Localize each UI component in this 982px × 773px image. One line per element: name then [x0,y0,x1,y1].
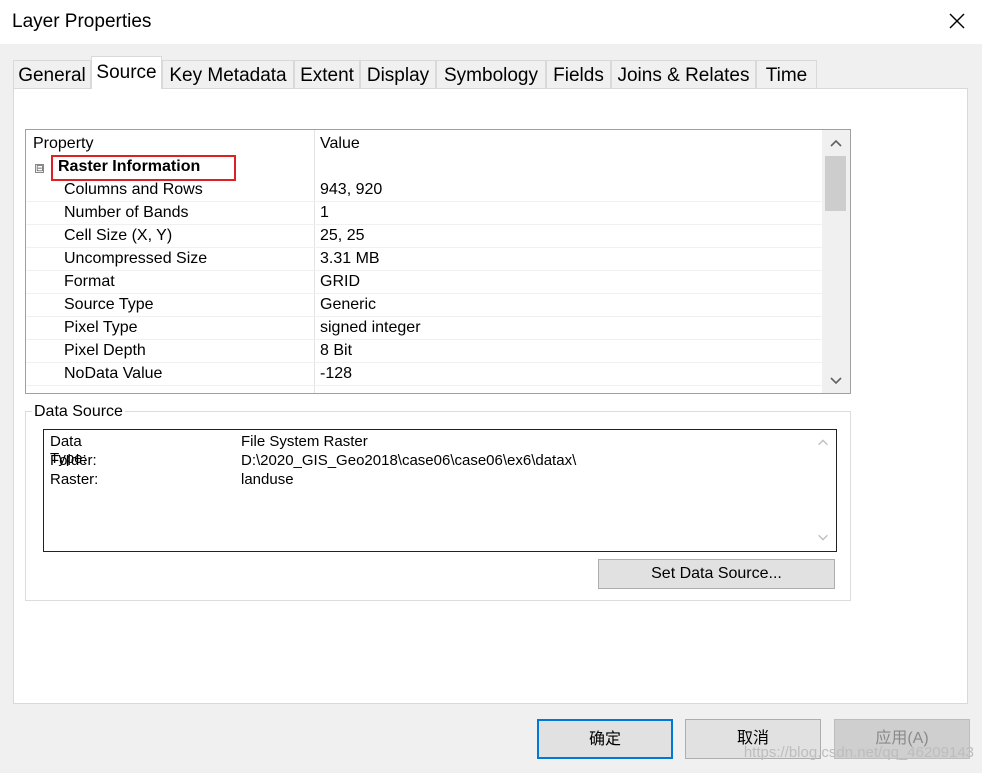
tab-joins-relates[interactable]: Joins & Relates [611,60,756,89]
row-value: 1 [320,204,329,221]
header-value: Value [320,135,360,152]
ds-key: Raster: [50,471,99,488]
tab-symbology[interactable]: Symbology [436,60,546,89]
table-row[interactable]: Number of Bands 1 [26,202,822,225]
close-icon[interactable] [942,6,972,36]
layer-properties-dialog: Layer Properties General Source Key Meta… [0,0,982,773]
table-row[interactable]: Pixel Type signed integer [26,317,822,340]
data-source-textbox[interactable]: Data Type: File System Raster Folder: D:… [43,429,837,552]
tab-extent[interactable]: Extent [294,60,360,89]
header-property: Property [33,135,94,152]
row-value: signed integer [320,319,421,336]
ds-value: D:\2020_GIS_Geo2018\case06\case06\ex6\da… [241,452,577,469]
tab-time[interactable]: Time [756,60,817,89]
collapse-icon[interactable]: ⊟ [35,164,44,173]
dialog-title: Layer Properties [12,11,152,32]
title-bar: Layer Properties [0,0,982,44]
scroll-up-icon[interactable] [828,136,844,152]
table-row[interactable]: Source Type Generic [26,294,822,317]
table-row[interactable]: Columns and Rows 943, 920 [26,179,822,202]
scroll-thumb[interactable] [825,156,846,211]
red-highlight-box [51,155,236,181]
ok-button[interactable]: 确定 [537,719,673,759]
group-raster-information[interactable]: ⊟ Raster Information [26,155,822,181]
row-value: -128 [320,365,353,382]
tab-source[interactable]: Source [91,56,162,89]
tab-display[interactable]: Display [360,60,436,89]
ds-scrollbar[interactable] [810,430,836,551]
row-property: Columns and Rows [64,181,203,198]
row-value: Generic [320,296,377,313]
row-property: Number of Bands [64,204,189,221]
scroll-down-icon[interactable] [816,530,830,544]
row-property: NoData Value [64,365,163,382]
row-property: Uncompressed Size [64,250,208,267]
table-row[interactable]: NoData Value -128 [26,363,822,386]
scroll-down-icon[interactable] [828,372,844,388]
row-value: 8 Bit [320,342,353,359]
row-property: Pixel Depth [64,342,146,359]
row-property: Source Type [64,296,154,313]
row-value: 943, 920 [320,181,383,198]
table-row[interactable]: Uncompressed Size 3.31 MB [26,248,822,271]
row-value: 3.31 MB [320,250,380,267]
row-property: Format [64,273,115,290]
data-source-label: Data Source [32,403,125,421]
tab-fields[interactable]: Fields [546,60,611,89]
ds-value: landuse [241,471,294,488]
ds-value: File System Raster [241,433,368,450]
grid-scrollbar[interactable] [822,130,850,393]
row-property: Pixel Type [64,319,138,336]
row-value: 25, 25 [320,227,365,244]
table-row[interactable]: Cell Size (X, Y) 25, 25 [26,225,822,248]
tab-key-metadata[interactable]: Key Metadata [162,60,294,89]
property-grid[interactable]: Property Value ⊟ Raster Information Colu… [25,129,851,394]
grid-header: Property Value [26,130,822,156]
ds-key: Folder: [50,452,97,469]
scroll-up-icon[interactable] [816,436,830,450]
tab-general[interactable]: General [13,60,91,89]
table-row[interactable]: Format GRID [26,271,822,294]
set-data-source-button[interactable]: Set Data Source... [598,559,835,589]
table-row[interactable]: Pixel Depth 8 Bit [26,340,822,363]
row-property: Cell Size (X, Y) [64,227,173,244]
watermark: https://blog.csdn.net/qq_46209143 [743,744,974,761]
row-value: GRID [320,273,360,290]
